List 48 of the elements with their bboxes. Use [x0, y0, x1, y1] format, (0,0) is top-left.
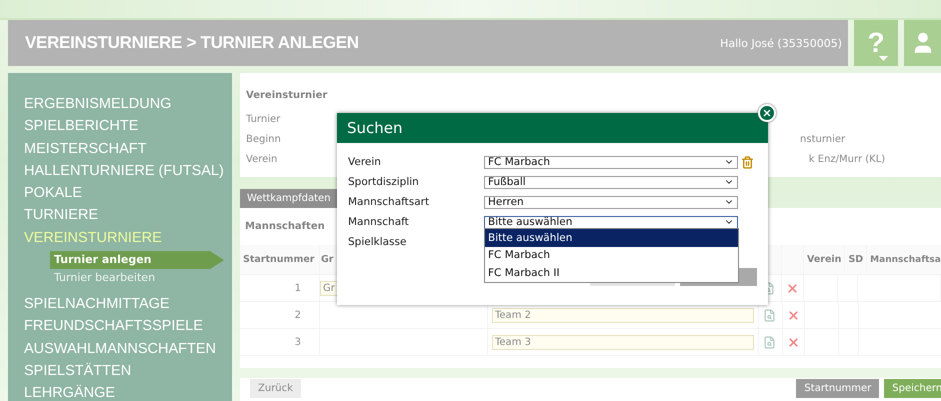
field-label: Verein	[348, 156, 382, 168]
page-title: VEREINSTURNIERE > TURNIER ANLEGEN	[25, 33, 359, 53]
dropdown-option[interactable]: Bitte auswählen	[485, 229, 738, 246]
sidebar-item[interactable]: VEREINSTURNIERE	[24, 226, 162, 250]
team-field[interactable]: Team 2	[492, 308, 754, 322]
column-header: Mannschaftsa	[870, 254, 941, 264]
start-number: 1	[294, 282, 301, 294]
sidebar-item[interactable]: MEISTERSCHAFT	[24, 138, 146, 160]
field-label: Mannschaft	[348, 216, 410, 228]
team-field[interactable]: Team 3	[492, 334, 754, 350]
field-label: Spielklasse	[348, 236, 408, 248]
dialog-title: Suchen	[347, 119, 403, 137]
field-label: Sportdisziplin	[348, 176, 420, 188]
sidebar-item[interactable]: LEHRGÄNGE	[24, 382, 116, 401]
field-value: nsturnier	[800, 134, 846, 144]
column-header: SD	[848, 254, 864, 265]
field-label: Mannschaftsart	[348, 196, 430, 208]
field-label: Verein	[246, 154, 278, 164]
select-field[interactable]: FC Marbach	[484, 156, 738, 168]
sidebar-item[interactable]: TURNIERE	[24, 204, 98, 227]
column-header: Startnummer	[243, 254, 314, 265]
column-header: Gr	[321, 254, 334, 265]
sidebar-item[interactable]: FREUNDSCHAFTSSPIELE	[24, 315, 203, 338]
sidebar-item[interactable]: HALLENTURNIERE (FUTSAL)	[24, 160, 224, 182]
field-label: Turnier	[246, 114, 280, 124]
user-greeting: Hallo José (35350005)	[720, 36, 842, 50]
sidebar-subitem[interactable]: Turnier anlegen	[50, 251, 224, 270]
sidebar-item[interactable]: AUSWAHLMANNSCHAFTEN	[24, 338, 216, 360]
select-field[interactable]: Herren	[484, 196, 738, 208]
panel-title: Vereinsturnier	[246, 90, 328, 101]
sidebar-subitem[interactable]: Turnier bearbeiten	[50, 269, 160, 288]
field-label: Beginn	[246, 134, 281, 144]
start-number: 2	[294, 310, 301, 320]
sidebar-item[interactable]: ERGEBNISMELDUNG	[24, 93, 172, 116]
sidebar-item[interactable]: POKALE	[24, 182, 82, 204]
tab[interactable]: Wettkampfdaten	[240, 189, 338, 208]
back-button[interactable]: Zurück	[250, 379, 301, 398]
sidebar-item[interactable]: SPIELSTÄTTEN	[24, 360, 132, 382]
sidebar-item[interactable]: SPIELNACHMITTAGE	[24, 293, 170, 316]
save-button[interactable]: Speichern	[884, 379, 941, 398]
start-number-button[interactable]: Startnummer	[796, 379, 880, 398]
start-number: 3	[294, 336, 301, 348]
column-header: Verein	[807, 254, 842, 265]
select-field[interactable]: Bitte auswählen	[484, 216, 738, 228]
section-title: Mannschaften	[245, 221, 325, 232]
select-field[interactable]: Fußball	[484, 176, 738, 188]
help-button[interactable]: ?	[854, 20, 898, 66]
sidebar-item[interactable]: SPIELBERICHTE	[24, 115, 138, 138]
